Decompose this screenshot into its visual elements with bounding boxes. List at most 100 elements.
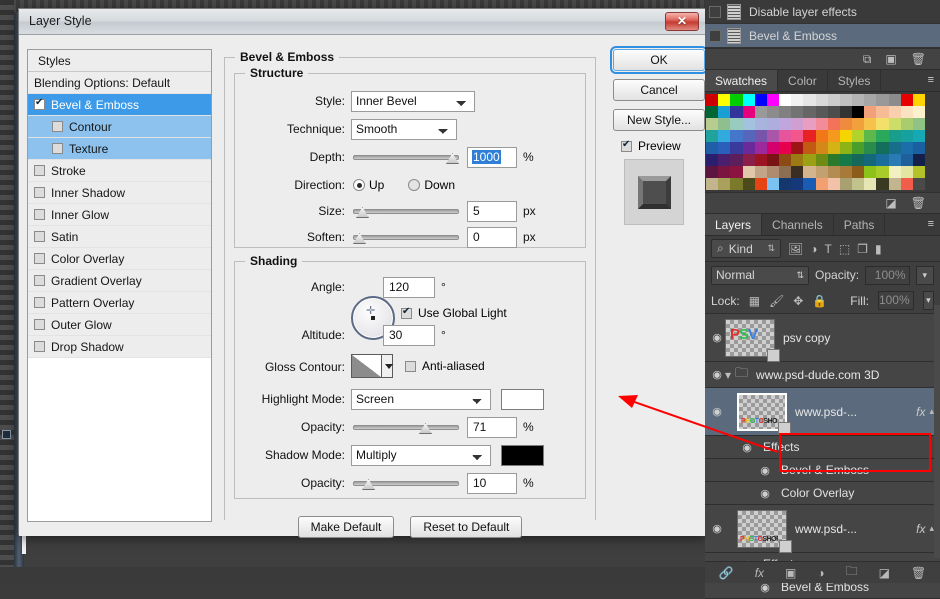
style-item-checkbox[interactable] [34,231,45,242]
color-swatch[interactable] [803,154,816,166]
style-item-pattern-overlay[interactable]: Pattern Overlay [28,292,211,314]
preview-checkbox[interactable] [621,139,632,152]
new-document-icon[interactable]: ⧉ [863,52,872,67]
new-swatch-icon[interactable]: ◪ [885,196,896,210]
color-swatch[interactable] [876,142,889,154]
eye-icon[interactable]: ◉ [757,487,773,500]
color-swatch[interactable] [852,178,865,190]
color-swatch[interactable] [754,166,767,178]
color-swatch[interactable] [827,178,840,190]
color-swatch[interactable] [754,154,767,166]
color-swatch[interactable] [730,178,743,190]
color-swatch[interactable] [876,94,889,106]
color-swatch[interactable] [779,118,792,130]
color-swatch[interactable] [766,166,779,178]
ok-button[interactable]: OK [610,46,708,74]
color-swatch[interactable] [742,166,755,178]
filter-shape-icon[interactable]: ⬚ [839,242,850,256]
opacity-value[interactable]: 100% [865,265,910,285]
color-swatch[interactable] [742,178,755,190]
color-swatch[interactable] [864,154,877,166]
color-swatch[interactable] [803,166,816,178]
color-swatch[interactable] [912,106,925,118]
color-swatch[interactable] [815,130,828,142]
color-swatch[interactable] [766,118,779,130]
color-swatch[interactable] [912,142,925,154]
color-swatch[interactable] [754,106,767,118]
color-swatch[interactable] [779,142,792,154]
color-swatch[interactable] [730,154,743,166]
style-item-texture[interactable]: Texture [28,138,211,160]
highlight-opacity-slider[interactable] [353,419,459,435]
shadow-mode-select[interactable]: Multiply [351,444,491,466]
layers-menu-icon[interactable]: ≡ [928,218,934,230]
fill-dropdown-icon[interactable]: ▾ [922,291,934,310]
color-swatch[interactable] [766,178,779,190]
style-item-stroke[interactable]: Stroke [28,160,211,182]
color-swatch[interactable] [888,142,901,154]
layer-row[interactable]: ◉ PSV psv copy [705,314,940,362]
history-checkbox[interactable] [709,5,721,18]
style-item-contour[interactable]: Contour [28,116,211,138]
gloss-contour-picker[interactable] [351,354,393,378]
size-slider[interactable] [353,203,459,219]
eye-icon[interactable]: ◉ [709,368,725,381]
shadow-opacity-input[interactable] [467,472,517,494]
color-swatch[interactable] [876,166,889,178]
color-swatch[interactable] [852,94,865,106]
fx-icon[interactable]: fx [916,522,925,536]
lock-image-icon[interactable]: 🖌 [769,294,784,308]
color-swatch[interactable] [900,154,913,166]
highlight-color-swatch[interactable] [501,388,544,410]
color-swatch[interactable] [852,106,865,118]
technique-select[interactable]: Smooth [351,118,457,140]
color-swatch[interactable] [779,178,792,190]
history-checkbox[interactable] [709,29,721,42]
color-swatch[interactable] [864,106,877,118]
color-swatch[interactable] [718,166,731,178]
color-swatch[interactable] [827,166,840,178]
adjustment-layer-icon[interactable]: ◑ [817,566,824,580]
style-item-checkbox[interactable] [52,121,63,132]
style-item-satin[interactable]: Satin [28,226,211,248]
cancel-button[interactable]: Cancel [613,79,705,101]
close-icon[interactable]: ✕ [665,12,699,31]
style-item-checkbox[interactable] [34,275,45,286]
color-swatch[interactable] [815,154,828,166]
highlight-opacity-input[interactable] [467,416,517,438]
layers-scrollbar[interactable] [934,305,940,558]
color-swatch[interactable] [706,94,719,106]
color-swatch[interactable] [888,94,901,106]
filter-smart-object-icon[interactable]: ❐ [857,242,868,256]
color-swatch[interactable] [864,166,877,178]
style-item-checkbox[interactable] [34,165,45,176]
color-swatch[interactable] [839,142,852,154]
color-swatch[interactable] [706,178,719,190]
color-swatch[interactable] [718,106,731,118]
add-fx-icon[interactable]: fx [755,566,764,580]
tab-layers[interactable]: Layers [705,214,763,235]
color-swatch[interactable] [876,106,889,118]
color-swatch[interactable] [718,118,731,130]
color-swatch[interactable] [888,106,901,118]
color-swatch[interactable] [815,178,828,190]
color-swatch[interactable] [852,142,865,154]
color-swatch[interactable] [912,166,925,178]
color-swatch[interactable] [791,154,804,166]
color-swatch[interactable] [803,94,816,106]
color-swatch[interactable] [730,166,743,178]
style-item-inner-glow[interactable]: Inner Glow [28,204,211,226]
color-swatch[interactable] [742,154,755,166]
color-swatch[interactable] [827,154,840,166]
style-item-checkbox[interactable] [34,187,45,198]
opacity-dropdown-icon[interactable]: ▾ [915,265,934,285]
soften-input[interactable] [467,226,517,248]
lock-all-icon[interactable]: 🔒 [812,294,827,308]
tab-channels[interactable]: Channels [762,214,834,235]
color-swatch[interactable] [730,106,743,118]
filter-kind-select[interactable]: ⌕ Kind ⇅ [711,239,781,258]
color-swatch[interactable] [852,118,865,130]
dialog-titlebar[interactable]: Layer Style ✕ [19,9,705,35]
color-swatch[interactable] [815,118,828,130]
color-swatch[interactable] [791,130,804,142]
